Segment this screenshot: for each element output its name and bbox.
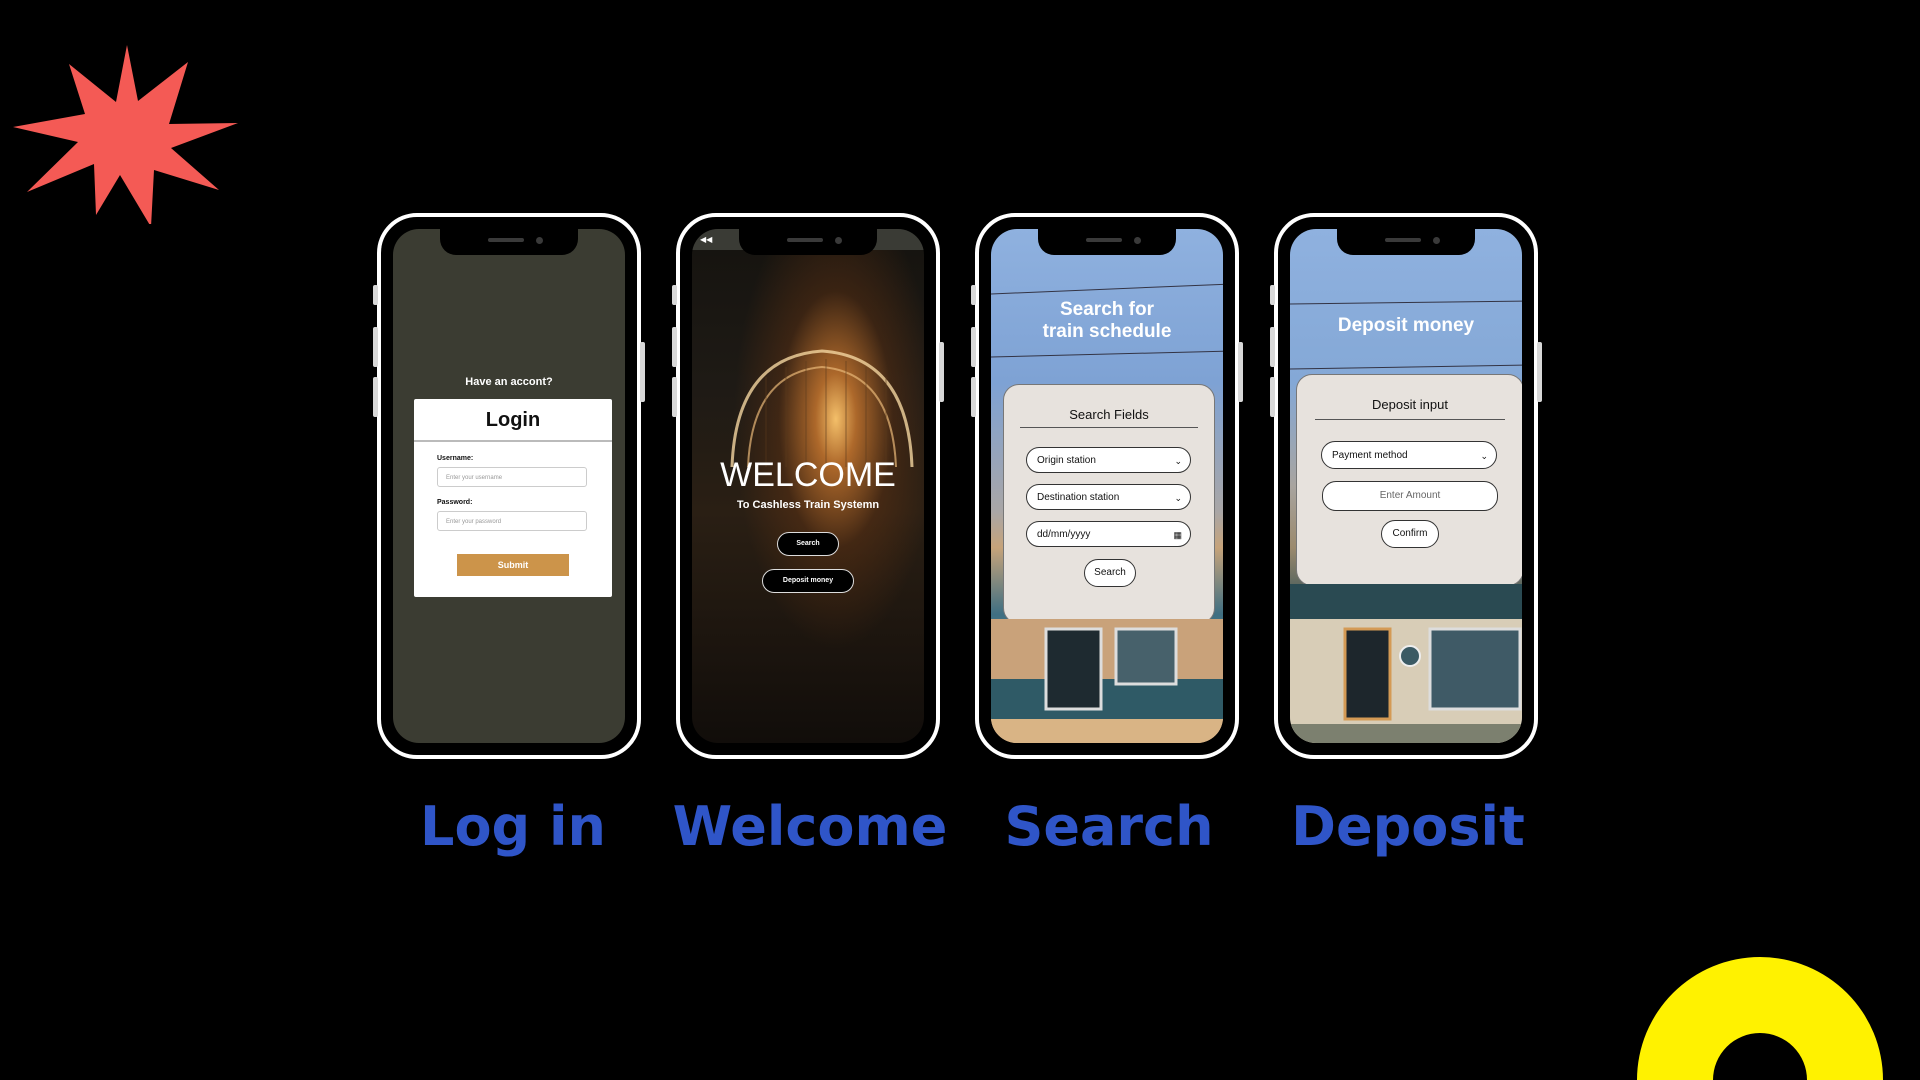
login-screen: Have an accont? Login Username: Enter yo… <box>393 229 625 743</box>
deposit-title: Deposit money <box>1337 315 1475 336</box>
search-button[interactable]: Search <box>1084 559 1136 587</box>
destination-station-select[interactable]: Destination station ⌄ <box>1026 484 1191 510</box>
have-account-text: Have an accont? <box>465 376 553 388</box>
search-title-line1: Search for <box>1060 299 1154 320</box>
caption-welcome: Welcome <box>672 795 948 858</box>
search-button[interactable]: Search <box>777 532 839 556</box>
chevron-down-icon: ⌄ <box>1174 456 1182 466</box>
amount-input[interactable]: Enter Amount <box>1322 481 1498 511</box>
search-screen: Search for train schedule Search Fields … <box>991 229 1223 743</box>
phone-notch <box>440 229 578 255</box>
panel-title: Deposit input <box>1372 397 1448 412</box>
login-card: Login Username: Enter your username Pass… <box>414 399 612 597</box>
deposit-input-panel: Deposit input Payment method ⌄ Enter Amou… <box>1296 374 1522 586</box>
caption-search: Search <box>1004 795 1214 858</box>
divider <box>1020 427 1198 428</box>
welcome-subtitle: To Cashless Train Systemn <box>736 499 880 511</box>
phone-welcome: ◀◀ WELCOME To Cashless Train Systemn Sea… <box>672 213 944 759</box>
deposit-money-button[interactable]: Deposit money <box>762 569 854 593</box>
login-title: Login <box>485 409 541 431</box>
origin-station-select[interactable]: Origin station ⌄ <box>1026 447 1191 473</box>
phone-deposit: Deposit money Deposit input Payment meth… <box>1270 213 1542 759</box>
yellow-arc-shape <box>1635 940 1885 1080</box>
chevron-down-icon: ⌄ <box>1480 451 1488 461</box>
phone-login: Have an accont? Login Username: Enter yo… <box>373 213 645 759</box>
starburst-shape <box>13 45 238 224</box>
phone-notch <box>1337 229 1475 255</box>
station-arch-image <box>730 349 914 467</box>
welcome-title: WELCOME <box>720 456 896 494</box>
panel-title: Search Fields <box>1069 407 1149 422</box>
username-input[interactable]: Enter your username <box>437 467 587 487</box>
divider <box>414 440 612 442</box>
train-image <box>1290 584 1522 743</box>
train-image <box>991 619 1223 743</box>
deposit-screen: Deposit money Deposit input Payment meth… <box>1290 229 1522 743</box>
presentation-slide: Have an accont? Login Username: Enter yo… <box>0 0 1920 1080</box>
confirm-button[interactable]: Confirm <box>1381 520 1439 548</box>
password-input[interactable]: Enter your password <box>437 511 587 531</box>
password-label: Password: <box>437 499 473 506</box>
username-label: Username: <box>437 455 474 462</box>
phone-notch <box>739 229 877 255</box>
date-input[interactable]: dd/mm/yyyy ▦ <box>1026 521 1191 547</box>
search-title-line2: train schedule <box>1042 321 1172 342</box>
payment-method-select[interactable]: Payment method ⌄ <box>1321 441 1497 469</box>
calendar-icon[interactable]: ▦ <box>1173 522 1182 548</box>
phone-search: Search for train schedule Search Fields … <box>971 213 1243 759</box>
welcome-screen: ◀◀ WELCOME To Cashless Train Systemn Sea… <box>692 229 924 743</box>
search-fields-panel: Search Fields Origin station ⌄ Destinatio… <box>1003 384 1215 624</box>
divider <box>1315 419 1505 420</box>
submit-button[interactable]: Submit <box>457 554 569 576</box>
back-arrow-icon[interactable]: ◀◀ <box>700 235 712 244</box>
chevron-down-icon: ⌄ <box>1174 493 1182 503</box>
phone-notch <box>1038 229 1176 255</box>
caption-deposit: Deposit <box>1291 795 1525 858</box>
caption-login: Log in <box>420 795 606 858</box>
